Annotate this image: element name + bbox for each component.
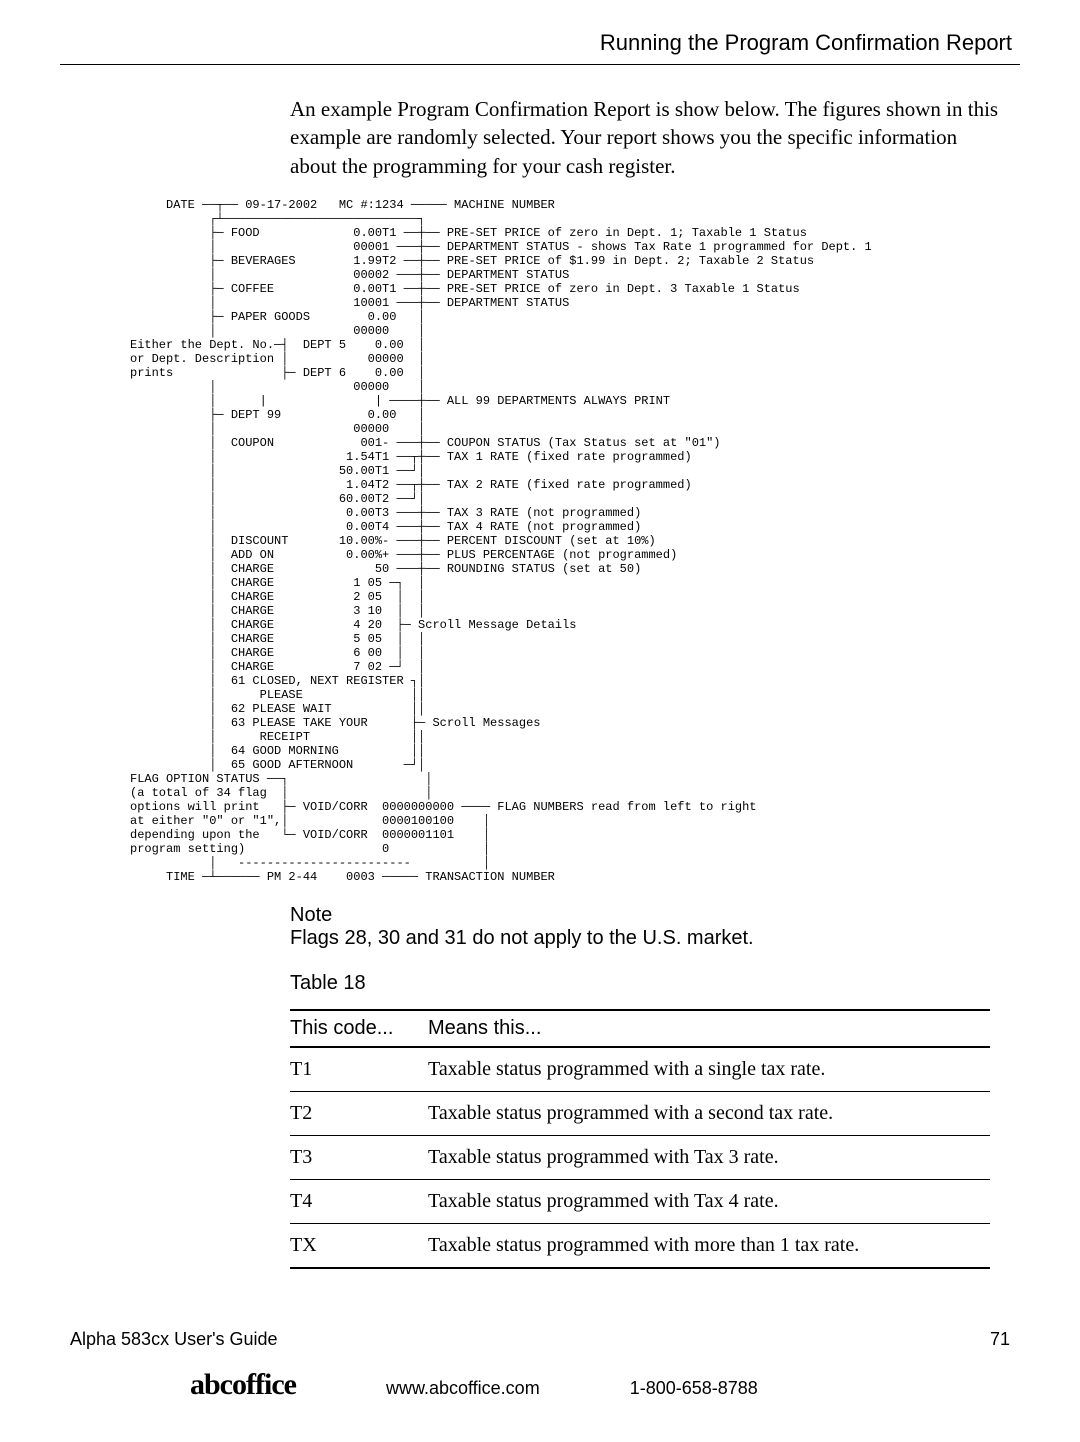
note-text: Flags 28, 30 and 31 do not apply to the … bbox=[290, 927, 1020, 950]
note-label: Note bbox=[290, 904, 1020, 927]
footer-phone: 1-800-658-8788 bbox=[630, 1378, 758, 1399]
meaning-cell: Taxable status programmed with more than… bbox=[428, 1224, 990, 1269]
code-cell: T4 bbox=[290, 1180, 428, 1224]
table-row: TX Taxable status programmed with more t… bbox=[290, 1224, 990, 1269]
meaning-cell: Taxable status programmed with Tax 4 rat… bbox=[428, 1180, 990, 1224]
page-header-title: Running the Program Confirmation Report bbox=[60, 30, 1012, 56]
table-header-code: This code... bbox=[290, 1010, 428, 1047]
receipt-diagram: DATE ──┬── 09-17-2002 MC #:1234 ───── MA… bbox=[130, 198, 1020, 884]
table-row: T3 Taxable status programmed with Tax 3 … bbox=[290, 1136, 990, 1180]
code-cell: TX bbox=[290, 1224, 428, 1269]
code-cell: T1 bbox=[290, 1047, 428, 1092]
table-row: T1 Taxable status programmed with a sing… bbox=[290, 1047, 990, 1092]
table-row: T2 Taxable status programmed with a seco… bbox=[290, 1092, 990, 1136]
intro-paragraph: An example Program Confirmation Report i… bbox=[290, 95, 1000, 180]
meaning-cell: Taxable status programmed with Tax 3 rat… bbox=[428, 1136, 990, 1180]
table-header-meaning: Means this... bbox=[428, 1010, 990, 1047]
header-rule bbox=[60, 64, 1020, 65]
codes-table: This code... Means this... T1 Taxable st… bbox=[290, 1009, 990, 1269]
footer-url: www.abcoffice.com bbox=[386, 1378, 540, 1399]
table-row: T4 Taxable status programmed with Tax 4 … bbox=[290, 1180, 990, 1224]
table-caption: Table 18 bbox=[290, 972, 1020, 995]
code-cell: T2 bbox=[290, 1092, 428, 1136]
footer-page-number: 71 bbox=[990, 1329, 1010, 1350]
footer-guide: Alpha 583cx User's Guide bbox=[70, 1329, 278, 1350]
meaning-cell: Taxable status programmed with a second … bbox=[428, 1092, 990, 1136]
code-cell: T3 bbox=[290, 1136, 428, 1180]
meaning-cell: Taxable status programmed with a single … bbox=[428, 1047, 990, 1092]
